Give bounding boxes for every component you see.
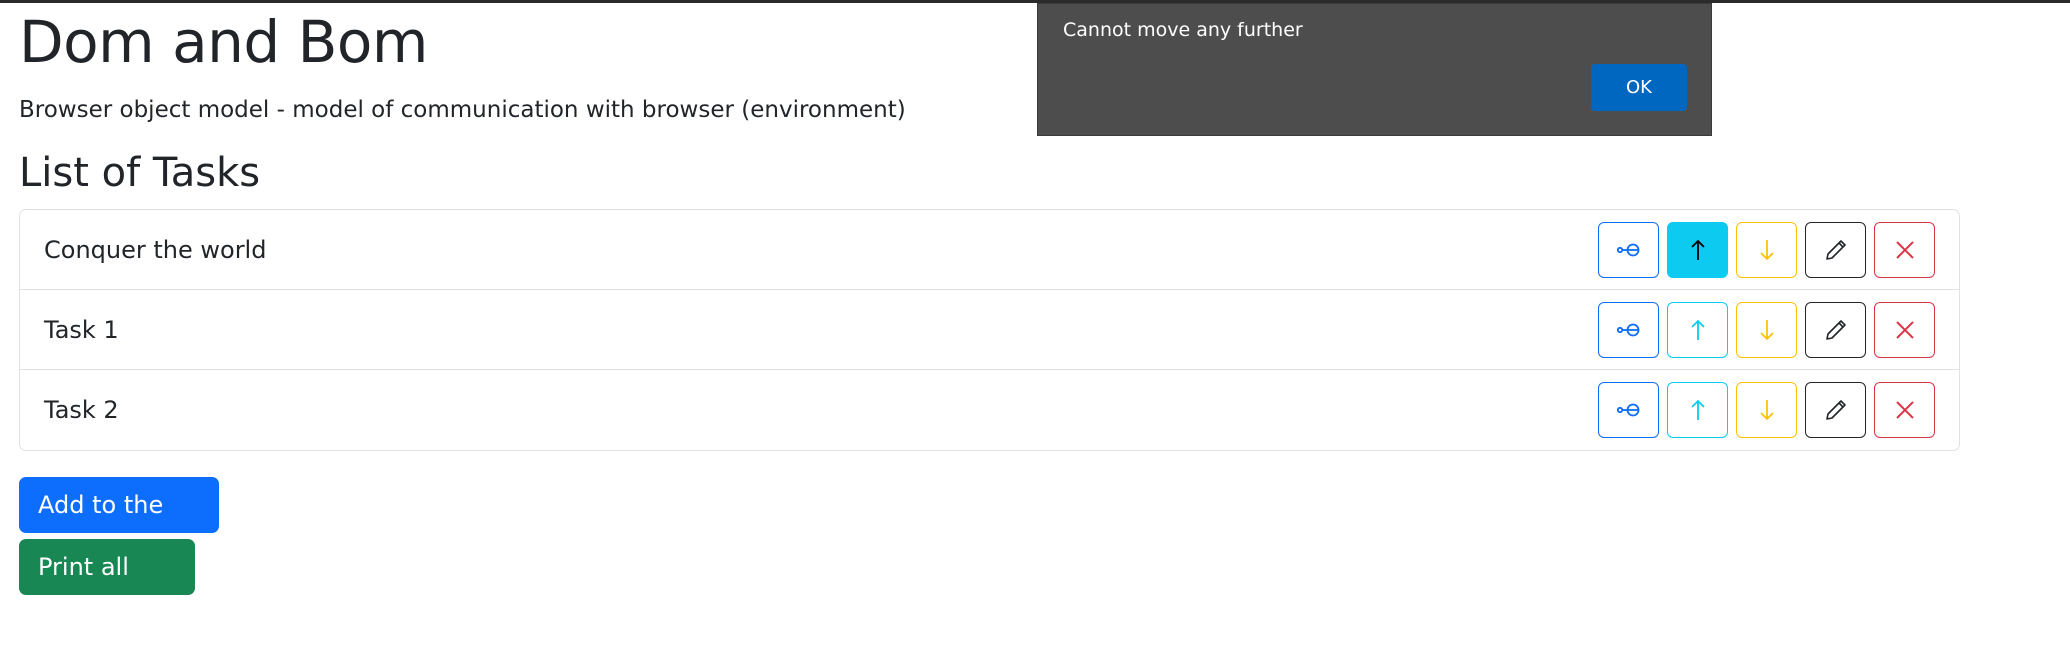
x-icon xyxy=(1895,400,1915,420)
task-row: Task 2 xyxy=(20,370,1959,450)
add-to-end-button[interactable]: Add to the end xyxy=(19,477,219,575)
move-down-button[interactable] xyxy=(1736,222,1797,278)
task-actions xyxy=(1598,222,1935,278)
task-list: Conquer the world Task 1 Task 2 xyxy=(19,209,1960,451)
task-actions xyxy=(1598,302,1935,358)
arrow-up-icon xyxy=(1690,319,1706,341)
alert-message: Cannot move any further xyxy=(1063,19,1303,41)
delete-button[interactable] xyxy=(1874,222,1935,278)
task-actions xyxy=(1598,382,1935,438)
print-all-tasks-button[interactable]: Print all tasks xyxy=(19,539,195,637)
x-icon xyxy=(1895,240,1915,260)
window-top-border xyxy=(0,0,2070,3)
task-row: Conquer the world xyxy=(20,210,1959,290)
link-icon xyxy=(1616,243,1641,257)
link-button[interactable] xyxy=(1598,302,1659,358)
page-title: Dom and Bom xyxy=(19,8,428,76)
task-row: Task 1 xyxy=(20,290,1959,370)
arrow-down-icon xyxy=(1759,239,1775,261)
move-down-button[interactable] xyxy=(1736,382,1797,438)
move-up-button[interactable] xyxy=(1667,302,1728,358)
delete-button[interactable] xyxy=(1874,302,1935,358)
page-subtitle: Browser object model - model of communic… xyxy=(19,97,906,123)
x-icon xyxy=(1895,320,1915,340)
move-down-button[interactable] xyxy=(1736,302,1797,358)
delete-button[interactable] xyxy=(1874,382,1935,438)
list-title: List of Tasks xyxy=(19,150,261,196)
link-icon xyxy=(1616,323,1641,337)
arrow-down-icon xyxy=(1759,319,1775,341)
task-name: Task 2 xyxy=(44,396,119,424)
alert-dialog: Cannot move any further OK xyxy=(1037,3,1712,136)
task-name: Conquer the world xyxy=(44,236,267,264)
alert-ok-button[interactable]: OK xyxy=(1591,64,1687,111)
arrow-down-icon xyxy=(1759,399,1775,421)
edit-button[interactable] xyxy=(1805,302,1866,358)
pencil-icon xyxy=(1824,398,1848,422)
link-icon xyxy=(1616,403,1641,417)
move-up-button[interactable] xyxy=(1667,382,1728,438)
page-header: Dom and Bom Browser object model - model… xyxy=(19,8,906,196)
arrow-up-icon xyxy=(1690,239,1706,261)
link-button[interactable] xyxy=(1598,382,1659,438)
pencil-icon xyxy=(1824,238,1848,262)
pencil-icon xyxy=(1824,318,1848,342)
link-button[interactable] xyxy=(1598,222,1659,278)
edit-button[interactable] xyxy=(1805,222,1866,278)
edit-button[interactable] xyxy=(1805,382,1866,438)
move-up-button[interactable] xyxy=(1667,222,1728,278)
task-name: Task 1 xyxy=(44,316,119,344)
arrow-up-icon xyxy=(1690,399,1706,421)
